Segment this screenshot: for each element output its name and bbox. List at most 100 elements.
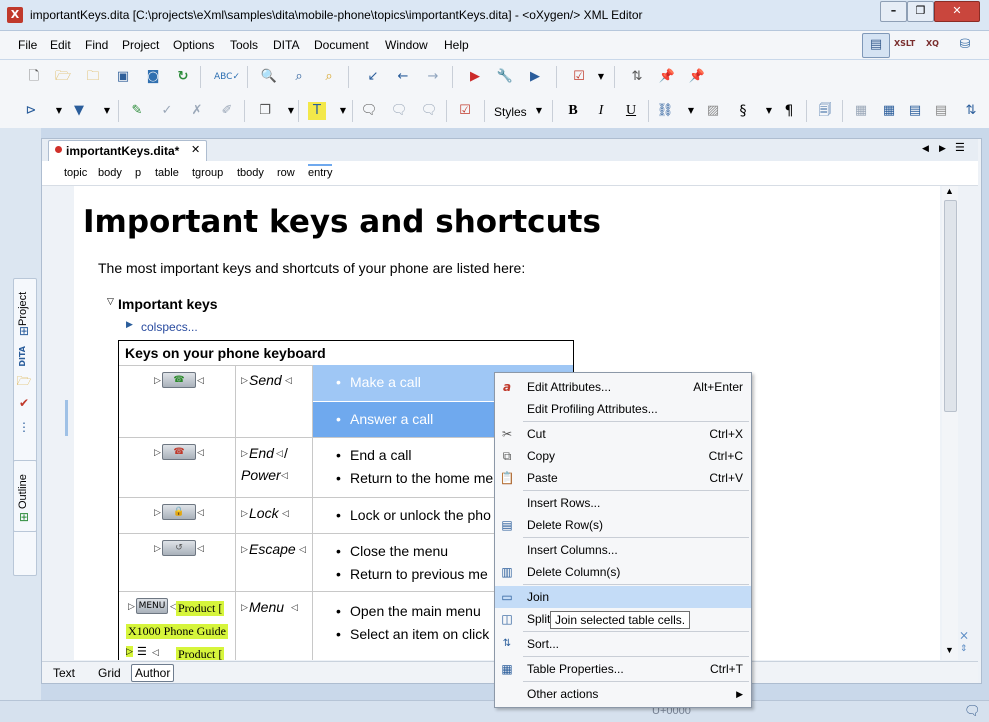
attributes-view-icon[interactable]: ⋮ (15, 418, 33, 436)
colspecs-link[interactable]: colspecs... (141, 320, 198, 334)
scrollbar-thumb[interactable] (944, 200, 957, 412)
dropdown-arrow-icon[interactable]: ▼ (530, 102, 548, 120)
table-properties-toolbar-icon[interactable]: ▦ (880, 102, 898, 120)
menu-edit-attributes[interactable]: a Edit Attributes... Alt+Enter (495, 376, 751, 398)
next-bookmark-icon[interactable]: 📌 (688, 68, 706, 86)
menu-dita[interactable]: DITA (273, 38, 299, 52)
menu-help[interactable]: Help (444, 38, 469, 52)
dita-maps-tab[interactable]: DITA (18, 346, 27, 367)
key-name-cell[interactable]: ▷ End ◁ / Power ◁ (236, 437, 313, 498)
database-perspective-icon[interactable]: ⛁ (956, 36, 974, 54)
last-edit-icon[interactable]: ↙ (364, 68, 382, 86)
menu-table-properties[interactable]: ▦ Table Properties... Ctrl+T (495, 658, 751, 680)
project-view-tab[interactable]: Project (17, 280, 29, 326)
dropdown-arrow-icon[interactable]: ▼ (682, 102, 700, 120)
open-url-icon[interactable]: 🗀 (84, 68, 102, 86)
dropdown-arrow-icon[interactable]: ▼ (50, 102, 68, 120)
debug-icon[interactable]: ▶ (526, 68, 544, 86)
comment-change-icon[interactable]: ✐ (218, 102, 236, 120)
scroll-down-icon[interactable]: ▼ (945, 645, 954, 655)
save-icon[interactable]: ▣ (114, 68, 132, 86)
outline-view-tab[interactable]: Outline (17, 465, 29, 509)
link-icon[interactable]: ⛓ (656, 102, 674, 120)
insert-table-icon[interactable]: ▦ (852, 102, 870, 120)
breadcrumb-p[interactable]: p (135, 167, 141, 179)
key-cell[interactable]: ▷ ☎ ◁ (119, 437, 236, 498)
menu-delete-columns[interactable]: ▥ Delete Column(s) (495, 561, 751, 583)
delete-row-toolbar-icon[interactable]: ▤ (932, 102, 950, 120)
insert-paragraph-button[interactable]: ¶ (780, 102, 798, 120)
forward-icon[interactable]: → (424, 68, 442, 86)
breadcrumb-tgroup[interactable]: tgroup (192, 167, 223, 179)
outline-icon[interactable]: ⊞ (15, 508, 33, 526)
project-icon[interactable]: ⊞ (15, 322, 33, 340)
key-name-cell[interactable]: ▷ Lock ◁ (236, 497, 313, 534)
menu-paste[interactable]: 📋 Paste Ctrl+V (495, 467, 751, 489)
vertical-scrollbar[interactable]: ▲ ▼ (942, 186, 958, 660)
menu-sort[interactable]: ⇅ Sort... (495, 633, 751, 655)
breadcrumb-topic[interactable]: topic (64, 167, 87, 179)
configure-transformation-icon[interactable]: 🔧 (496, 68, 514, 86)
track-changes-icon[interactable]: ✎ (128, 102, 146, 120)
profiling-filter-icon[interactable]: ▼ (70, 102, 88, 120)
menu-project[interactable]: Project (122, 38, 159, 52)
key-name-cell[interactable]: ▷ Menu ◁ (236, 591, 313, 660)
reload-icon[interactable]: ↻ (174, 68, 192, 86)
tab-grid-mode[interactable]: Grid (98, 666, 121, 680)
minimize-button[interactable]: – (880, 1, 907, 22)
key-name-cell[interactable]: ▷ Send ◁ (236, 365, 313, 438)
save-all-icon[interactable]: ◙ (144, 68, 162, 86)
menu-insert-columns[interactable]: Insert Columns... (495, 539, 751, 561)
expand-all-icon[interactable]: ⇕ (960, 643, 968, 654)
format-indent-icon[interactable]: ⇅ (628, 68, 646, 86)
collapse-triangle-icon[interactable]: ▽ (107, 296, 114, 307)
menu-copy[interactable]: ⧉ Copy Ctrl+C (495, 445, 751, 467)
find-folder-icon[interactable]: ⌕ (320, 68, 338, 86)
manage-changes-icon[interactable]: ❐ (256, 102, 274, 120)
italic-button[interactable]: I (592, 102, 610, 120)
remove-comment-icon[interactable]: 🗨 (420, 102, 438, 120)
xquery-perspective-icon[interactable]: XQ (926, 39, 939, 48)
spellcheck-icon[interactable]: ABC✓ (214, 68, 240, 86)
menu-edit[interactable]: Edit (50, 38, 71, 52)
menu-cut[interactable]: ✂ Cut Ctrl+X (495, 423, 751, 445)
tab-list-icon[interactable]: ☰ (955, 141, 965, 154)
breadcrumb-body[interactable]: body (98, 167, 122, 179)
menu-edit-profiling-attributes[interactable]: Edit Profiling Attributes... (495, 398, 751, 420)
close-button[interactable]: ✕ (934, 1, 980, 22)
edit-comment-icon[interactable]: 🗨 (390, 102, 408, 120)
menu-find[interactable]: Find (85, 38, 108, 52)
transformation-scenarios-icon[interactable]: ✔ (15, 394, 33, 412)
key-cell[interactable]: ▷ MENU ◁ Product [ X1000 Phone Guide ▷ ☰… (119, 591, 236, 660)
find-icon[interactable]: 🔍 (260, 68, 278, 86)
sort-toolbar-icon[interactable]: ⇅ (962, 102, 980, 120)
product-reference[interactable]: Product [ (176, 601, 225, 616)
menu-window[interactable]: Window (385, 38, 428, 52)
product-reference[interactable]: X1000 Phone Guide (126, 624, 228, 639)
tab-importantkeys[interactable]: importantKeys.dita* ✕ (48, 140, 207, 162)
tab-scroll-left-icon[interactable]: ◀ (922, 143, 929, 154)
menu-tools[interactable]: Tools (230, 38, 258, 52)
insert-image-icon[interactable]: ▨ (704, 102, 722, 120)
menu-delete-rows[interactable]: ▤ Delete Row(s) (495, 514, 751, 536)
insert-row-icon[interactable]: ▤ (906, 102, 924, 120)
breadcrumb-row[interactable]: row (277, 167, 295, 179)
breadcrumb-entry[interactable]: entry (308, 164, 333, 179)
menu-join[interactable]: ▭ Join (495, 586, 751, 608)
apply-transformation-icon[interactable]: ▶ (466, 68, 484, 86)
bold-button[interactable]: B (564, 102, 582, 120)
dropdown-arrow-icon[interactable]: ▼ (592, 68, 610, 86)
find-in-files-icon[interactable]: ⌕ (290, 68, 308, 86)
dita-maps-icon[interactable]: 🗁 (15, 372, 33, 390)
expand-triangle-icon[interactable]: ▶ (126, 319, 133, 330)
key-cell[interactable]: ▷ 🔒 ◁ (119, 497, 236, 534)
product-reference[interactable]: Product [ (176, 647, 225, 660)
reject-change-icon[interactable]: ✗ (188, 102, 206, 120)
breadcrumb-table[interactable]: table (155, 167, 179, 179)
highlight-icon[interactable]: T (308, 102, 326, 120)
tab-author-mode[interactable]: Author (131, 664, 175, 682)
bookmark-icon[interactable]: 📌 (658, 68, 676, 86)
restore-button[interactable]: ❐ (907, 1, 934, 22)
menu-other-actions[interactable]: Other actions ▶ (495, 683, 751, 705)
dropdown-arrow-icon[interactable]: ▼ (760, 102, 778, 120)
